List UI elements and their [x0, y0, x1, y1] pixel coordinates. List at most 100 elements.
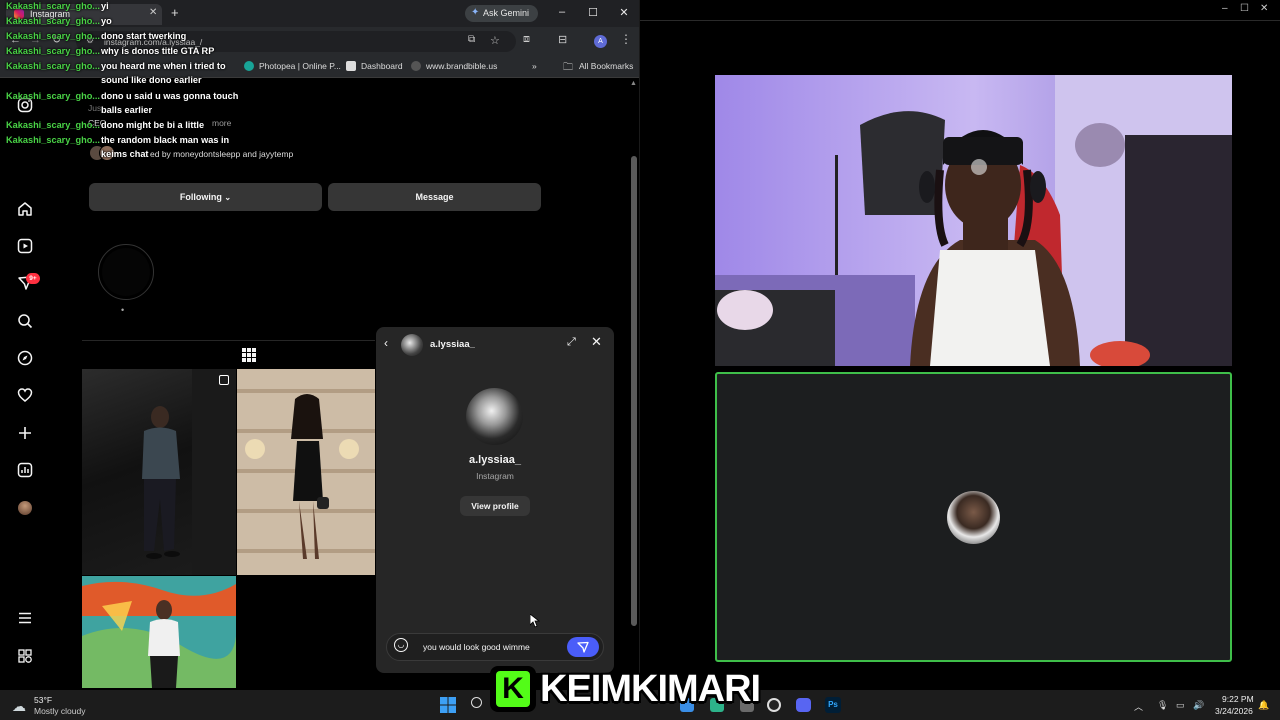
browser-window: Instagram ✕ + ✦ Ask Gemini – ☐ ✕ ← → ↻ ⚙… [0, 0, 640, 690]
dm-profile-avatar[interactable] [466, 388, 523, 445]
search-taskbar-icon[interactable] [471, 697, 482, 708]
more-apps-icon[interactable] [17, 648, 33, 664]
bookmark-photopea[interactable]: Photopea | Online P... [244, 56, 341, 78]
back-chevron-icon[interactable]: ‹ [384, 336, 388, 350]
maximize-icon[interactable]: ☐ [1240, 3, 1249, 14]
ask-gemini-label: Ask Gemini [483, 8, 530, 18]
explore-icon[interactable] [17, 350, 33, 366]
webcam-image [715, 75, 1232, 366]
message-input[interactable]: ◡ you would look good wimme [386, 633, 604, 661]
bookmark-label: www.brandbible.us [426, 61, 498, 71]
bookmark-brandbible[interactable]: www.brandbible.us [411, 56, 511, 78]
minimize-icon[interactable]: – [555, 6, 569, 18]
expand-icon[interactable]: ⤢ [567, 336, 576, 349]
bookmark-dashboard[interactable]: Dashboard [346, 56, 406, 78]
scroll-up-icon[interactable]: ▲ [630, 80, 637, 87]
chat-message: dono u said u was gonna touch [101, 91, 239, 101]
discord-icon[interactable] [796, 698, 811, 712]
posts-divider [82, 340, 375, 341]
dm-popup: ‹ a.lyssiaa_ ⤢ ✕ a.lyssiaa_ Instagram Vi… [376, 327, 614, 673]
install-app-icon[interactable]: ⧉ [468, 34, 475, 45]
bookmark-star-icon[interactable]: ☆ [490, 34, 500, 47]
post-thumbnail[interactable] [237, 369, 375, 575]
volume-icon[interactable]: 🔊 [1193, 700, 1204, 711]
followed-by-text[interactable]: ed by moneydontsleepp and jayytemp [150, 149, 293, 159]
start-button[interactable] [440, 697, 456, 713]
close-window-icon[interactable]: ✕ [1260, 3, 1268, 14]
guest-video-tile [715, 372, 1232, 662]
streamer-name: KEIMKIMARI [540, 668, 761, 710]
profile-avatar[interactable]: A [594, 35, 607, 48]
view-profile-button[interactable]: View profile [460, 496, 530, 516]
chat-message: yi [101, 1, 109, 11]
clock-time[interactable]: 9:22 PM [1222, 694, 1254, 704]
chat-message: dono start twerking [101, 31, 187, 41]
chat-username: Kakashi_scary_gho... [6, 16, 100, 26]
bio-more-link[interactable]: more [212, 118, 231, 128]
message-button[interactable]: Message [328, 183, 541, 211]
notification-badge: 9+ [26, 273, 40, 284]
weather-temp: 53°F [34, 695, 53, 705]
send-button[interactable] [567, 637, 599, 657]
home-icon[interactable] [17, 201, 33, 217]
clock-date[interactable]: 3/24/2026 [1215, 706, 1253, 716]
posts-tab[interactable] [228, 340, 270, 370]
page-scrollbar[interactable]: ▲ [630, 80, 638, 688]
story-highlight[interactable] [98, 244, 154, 300]
post-photo [142, 369, 236, 575]
chat-username: Kakashi_scary_gho... [6, 120, 100, 130]
create-icon[interactable] [17, 425, 33, 441]
ask-gemini-button[interactable]: ✦ Ask Gemini [465, 5, 538, 22]
network-icon[interactable]: ▭ [1176, 700, 1185, 711]
weather-widget[interactable]: ☁ 53°F Mostly cloudy [12, 692, 92, 718]
microphone-icon[interactable]: 🎙 [1157, 700, 1168, 711]
chat-username: Kakashi_scary_gho... [6, 61, 100, 71]
reels-icon[interactable] [17, 238, 33, 254]
tab-search-icon[interactable]: ⊟ [558, 33, 567, 46]
mouse-cursor-icon [530, 614, 540, 628]
dm-header-avatar[interactable] [401, 334, 423, 356]
close-icon[interactable]: ✕ [591, 334, 602, 350]
message-label: Message [415, 192, 454, 202]
profile-avatar-icon[interactable] [18, 501, 32, 515]
notifications-bell-icon[interactable]: 🔔 [1258, 700, 1269, 711]
dm-subtitle: Instagram [476, 471, 514, 481]
chat-username: Kakashi_scary_gho... [6, 135, 100, 145]
search-icon[interactable] [17, 313, 33, 329]
emoji-icon[interactable]: ◡ [394, 638, 408, 652]
dashboard-icon[interactable] [17, 462, 33, 478]
hamburger-menu-icon[interactable] [17, 610, 33, 626]
photoshop-icon[interactable]: Ps [825, 697, 841, 713]
dashboard-icon [346, 61, 356, 71]
chat-username: Kakashi_scary_gho... [6, 31, 100, 41]
send-icon [577, 641, 589, 653]
tab-close-icon[interactable]: ✕ [149, 7, 157, 18]
close-window-icon[interactable]: ✕ [617, 6, 631, 19]
all-bookmarks-label: All Bookmarks [579, 61, 634, 71]
bookmark-label: Photopea | Online P... [259, 61, 341, 71]
minimize-icon[interactable]: – [1222, 3, 1228, 14]
new-tab-button[interactable]: + [171, 5, 179, 20]
heart-icon[interactable] [17, 387, 33, 403]
chat-username: Kakashi_scary_gho... [6, 46, 100, 56]
dm-header-username[interactable]: a.lyssiaa_ [430, 339, 475, 350]
extensions-icon[interactable]: ⧈ [523, 33, 530, 46]
message-input-text: you would look good wimme [423, 642, 530, 652]
tray-overflow-icon[interactable]: ︿ [1134, 700, 1143, 713]
more-bookmarks-button[interactable]: » [532, 61, 537, 71]
scrollbar-thumb[interactable] [631, 156, 637, 626]
post-thumbnail[interactable] [82, 369, 236, 575]
post-thumbnail[interactable] [82, 576, 236, 688]
kick-logo: K [490, 666, 536, 712]
view-profile-label: View profile [471, 501, 519, 511]
all-bookmarks-button[interactable]: 🗀 All Bookmarks [563, 56, 639, 78]
webcam-feed [715, 75, 1232, 366]
streamer-overlay: K KEIMKIMARI [490, 664, 770, 714]
chat-username: Kakashi_scary_gho... [6, 1, 100, 11]
brandbible-icon [411, 61, 421, 71]
following-button[interactable]: Following ⌄ [89, 183, 322, 211]
maximize-icon[interactable]: ☐ [586, 6, 600, 19]
photopea-icon [244, 61, 254, 71]
guest-avatar[interactable] [947, 491, 1000, 544]
browser-menu-icon[interactable]: ⋮ [620, 32, 632, 46]
